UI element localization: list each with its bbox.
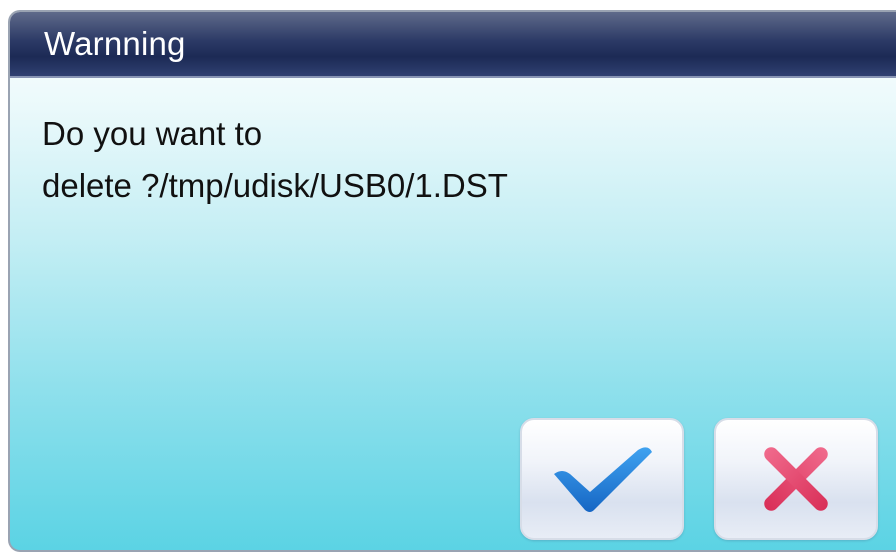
dialog-message: Do you want to delete ?/tmp/udisk/USB0/1… [42, 108, 508, 212]
dialog-title-bar: Warnning [10, 12, 896, 78]
confirm-button[interactable] [520, 418, 684, 540]
dialog-title: Warnning [44, 25, 186, 62]
message-line-2: delete ?/tmp/udisk/USB0/1.DST [42, 167, 508, 204]
warning-dialog: Warnning Do you want to delete ?/tmp/udi… [8, 10, 896, 552]
cross-icon [758, 441, 834, 517]
cancel-button[interactable] [714, 418, 878, 540]
checkmark-icon [550, 444, 654, 514]
message-line-1: Do you want to [42, 115, 263, 152]
